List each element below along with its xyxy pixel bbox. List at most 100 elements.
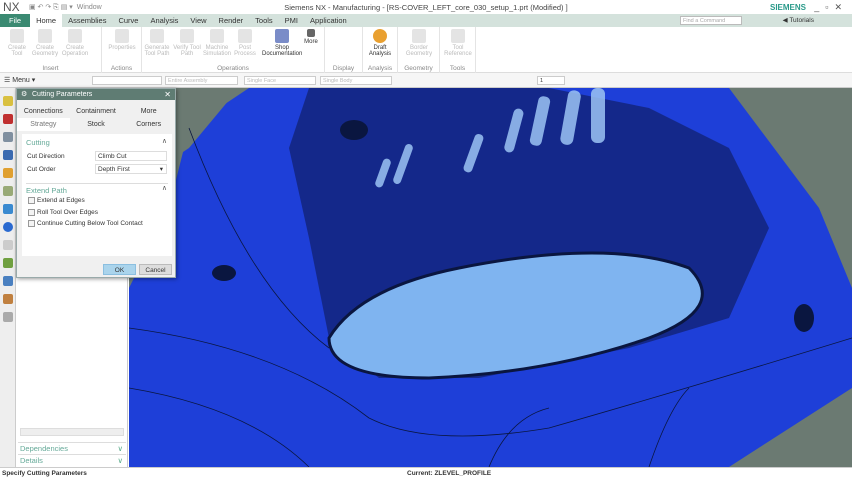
group-label: Geometry [404, 65, 433, 72]
create-geometry-button[interactable]: Create Geometry [30, 29, 60, 57]
group-geometry: Border Geometry Geometry [398, 27, 440, 73]
window-menu[interactable]: Window [77, 4, 102, 11]
draft-analysis-button[interactable]: Draft Analysis [365, 29, 395, 57]
ribbon-tabs: File Home Assemblies Curve Analysis View… [0, 14, 852, 27]
tab-corners[interactable]: Corners [122, 118, 175, 131]
dialog-titlebar[interactable]: ⚙ Cutting Parameters ✕ [17, 89, 175, 100]
dialog-tabs-row2: Strategy Stock Corners [17, 118, 175, 131]
dialog-title: Cutting Parameters [32, 91, 93, 98]
tutorials-button[interactable]: ◀ Tutorials [783, 14, 814, 27]
assembly-icon[interactable] [2, 186, 13, 196]
tab-file[interactable]: File [0, 14, 31, 27]
reuse-icon[interactable] [2, 294, 13, 304]
chevron-down-icon: ∨ [117, 444, 124, 453]
navigator-icon[interactable] [2, 96, 13, 106]
roles-icon[interactable] [2, 240, 13, 250]
method-icon[interactable] [2, 150, 13, 160]
body-rule-select[interactable]: Single Body [320, 76, 392, 85]
dialog-tabs-row1: Connections Containment More [17, 105, 175, 118]
tab-application[interactable]: Application [304, 14, 353, 27]
post-process-button[interactable]: Post Process [230, 29, 260, 57]
tab-tools[interactable]: Tools [249, 14, 279, 27]
collapse-icon[interactable]: ∧ [162, 184, 167, 192]
geometry-icon[interactable] [2, 168, 13, 178]
checkbox-label: Continue Cutting Below Tool Contact [37, 220, 143, 227]
cancel-button[interactable]: Cancel [139, 264, 172, 275]
create-operation-button[interactable]: Create Operation [60, 29, 90, 57]
web-icon[interactable] [2, 222, 13, 232]
machine-icon[interactable] [2, 114, 13, 124]
title-bar: NX ▣ ↶ ↷ ⎘ ▤ ▾ Window Siemens NX - Manuf… [0, 0, 852, 14]
create-tool-button[interactable]: Create Tool [2, 29, 32, 57]
layer-select[interactable]: 1 [537, 76, 565, 85]
verify-tool-path-button[interactable]: Verify Tool Path [172, 29, 202, 57]
tab-curve[interactable]: Curve [112, 14, 144, 27]
shop-documentation-button[interactable]: Shop Documentation [262, 29, 302, 57]
extend-at-edges-checkbox[interactable]: Extend at Edges [28, 197, 85, 204]
details-section[interactable]: Details ∨ [18, 454, 126, 465]
tab-assemblies[interactable]: Assemblies [62, 14, 112, 27]
tab-more[interactable]: More [122, 105, 175, 118]
more-button[interactable]: More [297, 29, 325, 45]
border-geometry-button[interactable]: Border Geometry [404, 29, 434, 57]
collapse-icon[interactable]: ∧ [162, 137, 167, 145]
group-display: Display [325, 27, 363, 73]
chevron-down-icon: ∨ [117, 456, 124, 465]
siemens-brand: SIEMENS [769, 2, 806, 12]
tab-strategy[interactable]: Strategy [17, 118, 70, 131]
part-model [129, 88, 852, 467]
checkbox-label: Roll Tool Over Edges [37, 209, 98, 216]
strategy-panel: Cutting ∧ Cut Direction Climb Cut Cut Or… [22, 134, 172, 256]
extend-path-section-header[interactable]: Extend Path [26, 183, 168, 195]
tab-stock[interactable]: Stock [70, 118, 123, 131]
machine-simulation-button[interactable]: Machine Simulation [202, 29, 232, 57]
gear-icon: ⚙ [21, 91, 28, 98]
status-prompt: Specify Cutting Parameters [2, 470, 87, 477]
generate-tool-path-button[interactable]: Generate Tool Path [142, 29, 172, 57]
ok-button[interactable]: OK [103, 264, 136, 275]
tool-reference-button[interactable]: Tool Reference [443, 29, 473, 57]
tab-containment[interactable]: Containment [70, 105, 123, 118]
tab-connections[interactable]: Connections [17, 105, 70, 118]
cutting-parameters-dialog: ⚙ Cutting Parameters ✕ Connections Conta… [16, 88, 176, 278]
tab-view[interactable]: View [184, 14, 212, 27]
quick-access-toolbar[interactable]: ▣ ↶ ↷ ⎘ ▤ ▾ [29, 3, 73, 12]
group-label: Insert [42, 65, 59, 72]
menu-label: Menu [12, 77, 30, 84]
group-label: Tools [449, 65, 466, 72]
cut-direction-select[interactable]: Climb Cut [95, 151, 167, 161]
group-label: Analysis [367, 65, 393, 72]
horizontal-scrollbar[interactable] [20, 428, 124, 436]
tutorials-label: Tutorials [789, 17, 814, 24]
system-icon[interactable] [2, 276, 13, 286]
palette-icon[interactable] [2, 258, 13, 268]
status-bar: Specify Cutting Parameters Current: ZLEV… [0, 467, 852, 480]
menu-button[interactable]: ☰ Menu ▾ [4, 76, 35, 84]
roll-tool-over-edges-checkbox[interactable]: Roll Tool Over Edges [28, 209, 98, 216]
window-controls[interactable]: _▫✕ [814, 2, 848, 13]
close-icon[interactable]: ✕ [164, 89, 171, 100]
tab-analysis[interactable]: Analysis [144, 14, 184, 27]
type-filter-select[interactable] [92, 76, 162, 85]
scope-select[interactable]: Entire Assembly [165, 76, 238, 85]
group-tools: Tool Reference Tools [440, 27, 476, 73]
program-icon[interactable] [2, 132, 13, 142]
tab-home[interactable]: Home [30, 14, 63, 27]
tab-render[interactable]: Render [213, 14, 250, 27]
dependencies-section[interactable]: Dependencies ∨ [18, 442, 126, 453]
settings-icon[interactable] [2, 312, 13, 322]
continue-cutting-checkbox[interactable]: Continue Cutting Below Tool Contact [28, 220, 143, 227]
properties-button[interactable]: Properties [107, 29, 137, 51]
group-insert: Create Tool Create Geometry Create Opera… [0, 27, 102, 73]
tab-pmi[interactable]: PMI [279, 14, 304, 27]
dropdown-arrow-icon: ▾ [159, 166, 163, 173]
resource-bar [0, 88, 16, 467]
face-rule-select[interactable]: Single Face [244, 76, 316, 85]
cutting-section-header[interactable]: Cutting [26, 138, 50, 147]
selection-toolbar: ☰ Menu ▾ Entire Assembly Single Face Sin… [0, 73, 852, 88]
details-label: Details [20, 456, 43, 465]
history-icon[interactable] [2, 204, 13, 214]
graphics-viewport[interactable] [129, 88, 852, 467]
cut-order-select[interactable]: Depth First ▾ [95, 164, 167, 174]
command-search-input[interactable]: Find a Command [680, 16, 742, 25]
